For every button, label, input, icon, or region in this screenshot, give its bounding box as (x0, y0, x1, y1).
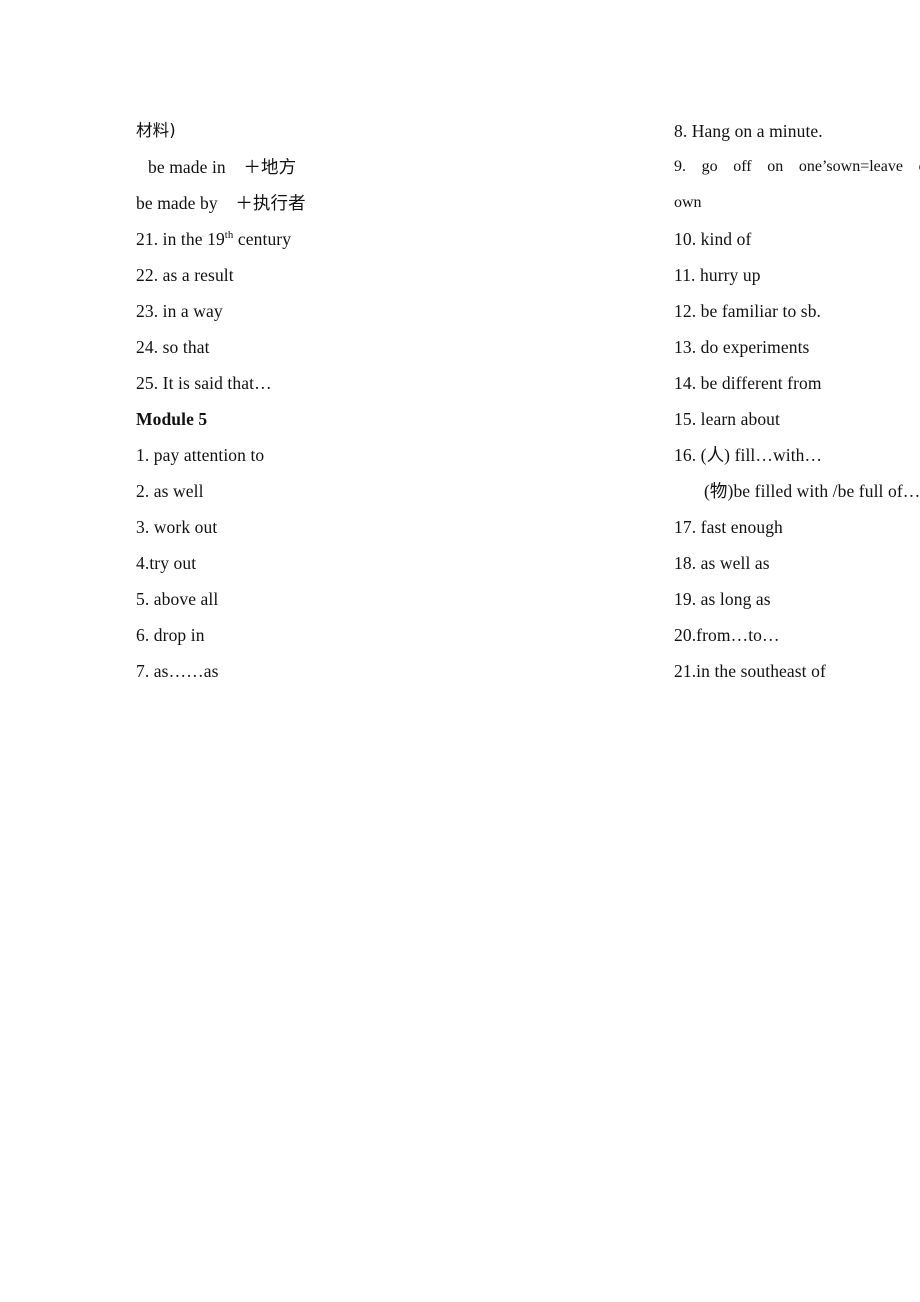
text-line-item-22: 22. as a result (136, 265, 234, 285)
text-line-m5-item-16-a: 16. (人) fill…with… (674, 445, 823, 465)
text-line-m5-item-3: 3. work out (136, 517, 218, 537)
left-column: 材料) be made in ＋地方 be made by ＋执行者 21. i… (0, 113, 337, 689)
text-line-m5-item-16-b: (物)be filled with /be full of…… (704, 481, 920, 501)
m5-item-9-line-2: own (674, 194, 702, 211)
m5-item-9-line-1: 9. go off on one’sown=leave on one’s (674, 158, 920, 175)
text-line-m5-item-12: 12. be familiar to sb. (674, 301, 822, 321)
text-line-item-21: 21. in the 19th century (136, 221, 337, 257)
text-line-m5-item-10: 10. kind of (674, 229, 752, 249)
right-column: 8. Hang on a minute. 9. go off on one’so… (337, 113, 920, 689)
text-line-m5-item-2: 2. as well (136, 481, 204, 501)
text-line-m5-item-11: 11. hurry up (674, 265, 761, 285)
text-line-material: 材料) (136, 121, 176, 140)
text-line-m5-item-18: 18. as well as (674, 553, 770, 573)
item-21-prefix: 21. in the 19 (136, 229, 225, 249)
be-made-in-text: be made in ＋地方 (148, 157, 297, 177)
text-line-m5-item-21: 21.in the southeast of (674, 661, 826, 681)
text-line-m5-item-19: 19. as long as (674, 589, 771, 609)
document-page: 材料) be made in ＋地方 be made by ＋执行者 21. i… (0, 0, 920, 1302)
text-line-m5-item-7: 7. as……as (136, 661, 219, 681)
text-line-item-24: 24. so that (136, 337, 210, 357)
text-line-m5-item-1: 1. pay attention to (136, 445, 265, 465)
item-21-suffix: century (233, 229, 292, 249)
two-column-body: 材料) be made in ＋地方 be made by ＋执行者 21. i… (0, 113, 920, 689)
be-made-by-text: be made by ＋执行者 (136, 193, 306, 213)
text-line-m5-item-20: 20.from…to… (674, 625, 780, 645)
text-line-m5-item-17: 17. fast enough (674, 517, 783, 537)
text-line-m5-item-6: 6. drop in (136, 625, 205, 645)
heading-module-5: Module 5 (136, 409, 208, 429)
text-block-m5-item-9: 9. go off on one’sown=leave on one’s own (674, 149, 920, 221)
text-line-item-25: 25. It is said that… (136, 373, 272, 393)
text-line-be-made-in: be made in ＋地方 (136, 149, 337, 185)
text-line-m5-item-13: 13. do experiments (674, 337, 810, 357)
text-line-m5-item-5: 5. above all (136, 589, 219, 609)
text-line-m5-item-8: 8. Hang on a minute. (674, 121, 823, 141)
text-line-be-made-by: be made by ＋执行者 (136, 185, 337, 221)
text-line-m5-item-4: 4.try out (136, 553, 197, 573)
text-line-m5-item-14: 14. be different from (674, 373, 822, 393)
text-line-item-23: 23. in a way (136, 301, 223, 321)
text-line-m5-item-15: 15. learn about (674, 409, 780, 429)
